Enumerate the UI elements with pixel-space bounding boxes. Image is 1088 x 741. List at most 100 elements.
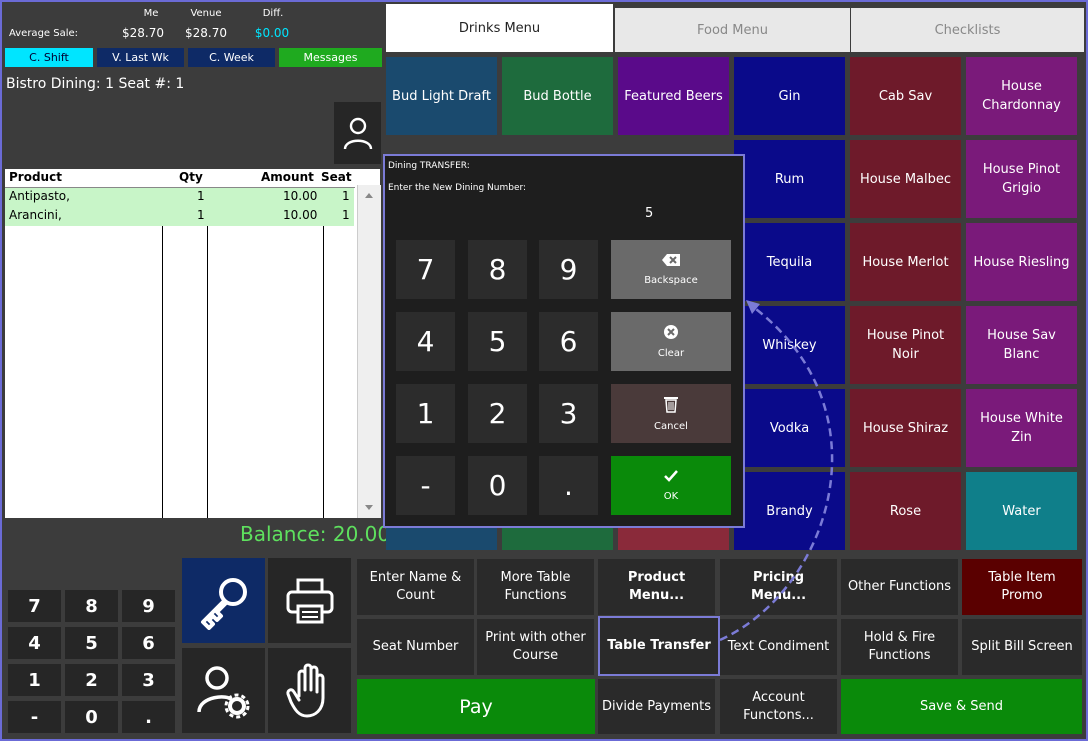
backspace-icon: [662, 254, 680, 266]
row-seat: 1: [342, 189, 350, 203]
col-me-label: Me: [143, 8, 159, 19]
dialog-key-dot[interactable]: .: [539, 456, 598, 515]
keypad-7[interactable]: 7: [8, 590, 61, 622]
table-row[interactable]: Antipasto, 1 10.00 1: [5, 188, 354, 207]
menu-bud-bottle[interactable]: Bud Bottle: [502, 57, 613, 135]
menu-house-sav-blanc[interactable]: House Sav Blanc: [966, 306, 1077, 384]
hold-button[interactable]: [268, 648, 351, 733]
hand-icon: [285, 663, 324, 717]
keypad-2[interactable]: 2: [65, 664, 118, 696]
c-week-button[interactable]: C. Week: [188, 48, 275, 67]
header-amount: Amount: [261, 170, 314, 184]
menu-house-pinot-grigio[interactable]: House Pinot Grigio: [966, 140, 1077, 218]
header-qty: Qty: [179, 170, 203, 184]
product-menu-button[interactable]: Product Menu...: [598, 559, 715, 615]
dialog-key-4[interactable]: 4: [396, 312, 455, 371]
keypad-8[interactable]: 8: [65, 590, 118, 622]
tab-checklists[interactable]: Checklists: [851, 8, 1084, 52]
account-functions-button[interactable]: Account Functons...: [720, 679, 837, 734]
me-value: $28.70: [122, 26, 164, 40]
dialog-key-3[interactable]: 3: [539, 384, 598, 443]
enter-name-count-button[interactable]: Enter Name & Count: [357, 559, 474, 615]
row-product: Antipasto,: [9, 189, 70, 203]
printer-icon: [286, 578, 333, 623]
row-product: Arancini,: [9, 208, 62, 222]
dialog-title: Dining TRANSFER:: [388, 161, 470, 171]
dialog-input-value[interactable]: 5: [645, 206, 653, 221]
print-other-course-button[interactable]: Print with other Course: [477, 619, 594, 675]
keypad-9[interactable]: 9: [122, 590, 175, 622]
header-seat: Seat: [321, 170, 352, 184]
venue-value: $28.70: [185, 26, 227, 40]
table-seat-info: Bistro Dining: 1 Seat #: 1: [6, 76, 185, 92]
seat-number-button[interactable]: Seat Number: [357, 619, 474, 675]
table-row[interactable]: Arancini, 1 10.00 1: [5, 207, 354, 226]
keypad-6[interactable]: 6: [122, 627, 175, 659]
tab-food-menu[interactable]: Food Menu: [615, 8, 850, 52]
row-seat: 1: [342, 208, 350, 222]
menu-water[interactable]: Water: [966, 472, 1077, 550]
keypad-1[interactable]: 1: [8, 664, 61, 696]
order-table-scrollbar[interactable]: [357, 185, 381, 518]
row-qty: 1: [197, 208, 205, 222]
menu-house-white-zin[interactable]: House White Zin: [966, 389, 1077, 467]
column-divider: [162, 226, 163, 518]
menu-gin[interactable]: Gin: [734, 57, 845, 135]
diff-value: $0.00: [254, 26, 290, 40]
trash-icon: [664, 397, 678, 413]
dialog-prompt: Enter the New Dining Number:: [388, 183, 527, 193]
user-settings-button[interactable]: [182, 648, 265, 733]
menu-house-malbec[interactable]: House Malbec: [850, 140, 961, 218]
menu-house-chardonnay[interactable]: House Chardonnay: [966, 57, 1077, 135]
table-item-promo-button[interactable]: Table Item Promo: [962, 559, 1082, 615]
balance-display: Balance: 20.00: [240, 522, 391, 546]
print-button[interactable]: [268, 558, 351, 643]
keypad-minus[interactable]: -: [8, 701, 61, 733]
dialog-key-1[interactable]: 1: [396, 384, 455, 443]
dialog-key-9[interactable]: 9: [539, 240, 598, 299]
dialog-key-minus[interactable]: -: [396, 456, 455, 515]
c-shift-button[interactable]: C. Shift: [5, 48, 93, 67]
ok-label: OK: [663, 491, 679, 502]
keypad-0[interactable]: 0: [65, 701, 118, 733]
header-product: Product: [9, 170, 62, 184]
cancel-label: Cancel: [654, 421, 688, 432]
key-button[interactable]: [182, 558, 265, 643]
user-gear-icon: [196, 665, 249, 718]
keypad-dot[interactable]: .: [122, 701, 175, 733]
messages-button[interactable]: Messages: [279, 48, 382, 67]
divide-payments-button[interactable]: Divide Payments: [598, 679, 715, 734]
split-bill-button[interactable]: Split Bill Screen: [962, 619, 1082, 675]
row-amount: 10.00: [283, 208, 318, 222]
dialog-key-7[interactable]: 7: [396, 240, 455, 299]
backspace-label: Backspace: [644, 275, 698, 286]
tab-drinks-menu[interactable]: Drinks Menu: [386, 4, 613, 52]
col-venue-label: Venue: [190, 8, 222, 19]
menu-cab-sav[interactable]: Cab Sav: [850, 57, 961, 135]
dialog-key-2[interactable]: 2: [468, 384, 527, 443]
order-table: Product Qty Amount Seat Antipasto, 1 10.…: [5, 169, 381, 518]
dialog-key-0[interactable]: 0: [468, 456, 527, 515]
save-send-button[interactable]: Save & Send: [841, 679, 1082, 734]
menu-featured-beers[interactable]: Featured Beers: [618, 57, 729, 135]
dialog-key-8[interactable]: 8: [468, 240, 527, 299]
scroll-down-icon[interactable]: [365, 505, 373, 510]
customer-button[interactable]: [334, 102, 381, 164]
more-table-functions-button[interactable]: More Table Functions: [477, 559, 594, 615]
average-sale-label: Average Sale:: [9, 28, 79, 39]
keypad-5[interactable]: 5: [65, 627, 118, 659]
dining-transfer-dialog: Dining TRANSFER: Enter the New Dining Nu…: [383, 154, 745, 528]
dialog-key-5[interactable]: 5: [468, 312, 527, 371]
keypad-3[interactable]: 3: [122, 664, 175, 696]
pay-button[interactable]: Pay: [357, 679, 595, 734]
menu-bud-light-draft[interactable]: Bud Light Draft: [386, 57, 497, 135]
scroll-up-icon[interactable]: [365, 193, 373, 198]
menu-rum[interactable]: Rum: [734, 140, 845, 218]
v-last-wk-button[interactable]: V. Last Wk: [97, 48, 184, 67]
keypad-4[interactable]: 4: [8, 627, 61, 659]
dialog-key-6[interactable]: 6: [539, 312, 598, 371]
clear-icon: [664, 325, 678, 339]
key-icon: [200, 577, 247, 630]
check-icon: [664, 470, 678, 482]
menu-house-riesling[interactable]: House Riesling: [966, 223, 1077, 301]
